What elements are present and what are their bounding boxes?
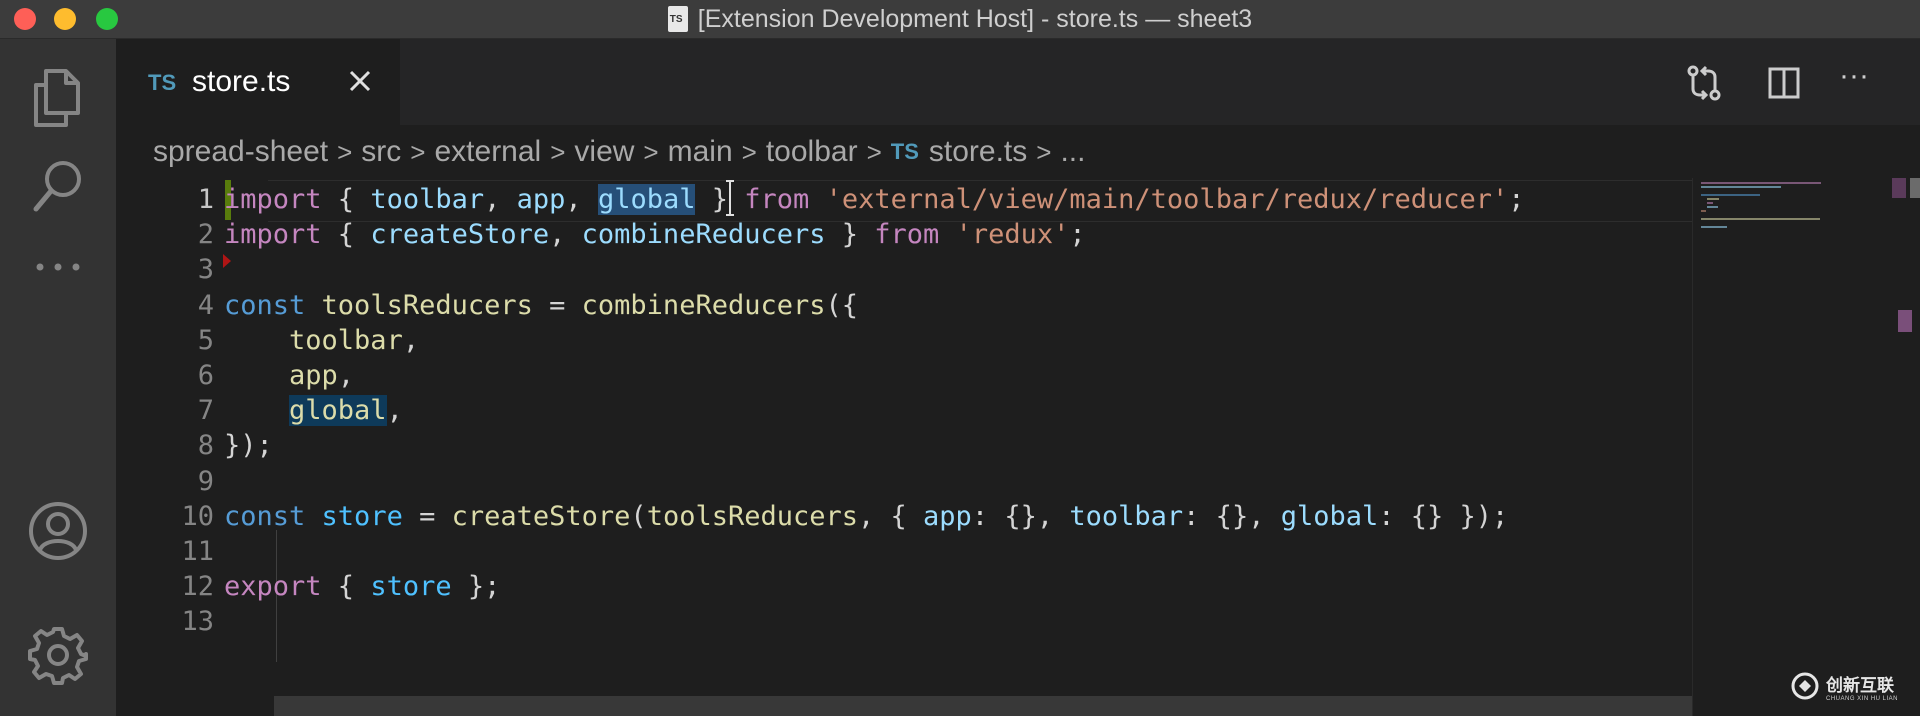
minimap-line	[1707, 202, 1713, 204]
scrollbar-marker	[1898, 310, 1912, 332]
line-number: 11	[181, 536, 214, 567]
file-icon-badge: TS	[669, 14, 683, 25]
minimap-line	[1701, 194, 1760, 196]
open-changes-icon[interactable]	[1684, 63, 1724, 103]
scrollbar-thumb[interactable]	[1910, 178, 1920, 198]
code-line[interactable]: export { store };	[224, 567, 500, 607]
line-number: 8	[197, 430, 214, 462]
scrollbar-marker	[1892, 178, 1906, 198]
error-marker-icon	[223, 254, 231, 268]
activity-more[interactable]	[0, 257, 116, 277]
tab-label: store.ts	[192, 65, 291, 98]
window-title: [Extension Development Host] - store.ts …	[697, 5, 1253, 33]
line-number: 1	[197, 184, 214, 215]
line-number: 4	[197, 289, 214, 321]
breadcrumb-item[interactable]: main	[668, 135, 733, 169]
line-number: 9	[197, 465, 214, 497]
minimap-line	[1701, 226, 1727, 228]
code-line[interactable]: import { createStore, combineReducers } …	[224, 215, 1086, 255]
watermark-subtext: CHUANG XIN HU LIAN	[1826, 695, 1899, 702]
watermark-text: 创新互联	[1826, 675, 1894, 695]
line-number: 10	[181, 500, 214, 532]
line-number: 2	[197, 219, 214, 251]
minimap-line	[1701, 182, 1821, 184]
breadcrumb-item[interactable]: spread-sheet	[153, 135, 328, 169]
minimap-line	[1707, 198, 1719, 200]
breadcrumb-separator: >	[643, 136, 659, 167]
minimap-line	[1707, 206, 1718, 208]
watermark-logo-icon	[1791, 672, 1819, 700]
gear-icon	[28, 627, 88, 685]
split-editor-icon[interactable]	[1764, 63, 1804, 103]
typescript-file-icon: TS	[148, 70, 177, 95]
code-line[interactable]: toolbar,	[224, 321, 419, 361]
ellipsis-icon	[36, 263, 80, 271]
breadcrumb-item[interactable]: toolbar	[766, 135, 858, 169]
watermark: 创新互联 CHUANG XIN HU LIAN	[1790, 666, 1898, 706]
breadcrumb-separator: >	[410, 136, 426, 167]
vertical-scrollbar[interactable]	[1882, 178, 1920, 716]
file-icon: TS	[667, 6, 688, 32]
activity-bar	[0, 39, 116, 716]
breadcrumb-item[interactable]: src	[361, 135, 401, 169]
window-title-wrap: TS [Extension Development Host] - store.t…	[0, 0, 1920, 38]
minimap-line	[1701, 218, 1820, 220]
line-number: 3	[197, 254, 214, 286]
breadcrumb-item[interactable]: view	[574, 135, 634, 169]
line-number: 6	[197, 360, 214, 391]
code-line[interactable]: global,	[224, 391, 403, 431]
typescript-file-icon: TS	[890, 139, 919, 164]
breadcrumb: spread-sheet > src > external > view > m…	[153, 133, 1085, 171]
activity-settings[interactable]	[0, 625, 116, 685]
minimap[interactable]	[1692, 178, 1883, 716]
tab-bar: TS store.ts ···	[116, 39, 1920, 125]
account-icon	[29, 502, 87, 560]
code-line[interactable]: app,	[224, 356, 354, 396]
more-actions-button[interactable]: ···	[1839, 59, 1869, 93]
line-number: 12	[181, 571, 214, 603]
breadcrumb-separator: >	[866, 136, 882, 167]
activity-explorer[interactable]	[0, 67, 116, 129]
breadcrumb-separator: >	[1036, 136, 1052, 167]
files-icon	[34, 69, 80, 127]
text-cursor-icon	[726, 180, 734, 216]
breadcrumb-separator: >	[741, 136, 757, 167]
tab-store-ts[interactable]: TS store.ts	[116, 39, 400, 125]
code-line[interactable]: const toolsReducers = combineReducers({	[224, 286, 858, 326]
close-icon[interactable]	[346, 67, 374, 95]
activity-accounts[interactable]	[0, 501, 116, 561]
line-number: 13	[181, 606, 214, 638]
minimap-line	[1701, 186, 1781, 188]
activity-search[interactable]	[0, 157, 116, 219]
line-number: 5	[197, 324, 214, 356]
line-number: 7	[197, 395, 214, 427]
breadcrumb-item[interactable]: external	[434, 135, 541, 169]
code-line[interactable]: import { toolbar, app, global } from 'ex…	[224, 180, 1525, 220]
code-line[interactable]: const store = createStore(toolsReducers,…	[224, 497, 1508, 537]
breadcrumb-more[interactable]: ...	[1060, 135, 1085, 169]
code-editor[interactable]: 1 2 3 4 5 6 7 8 9 10 11 12 13 import { toolbar, app,…	[116, 178, 1692, 716]
breadcrumb-separator: >	[337, 136, 353, 167]
search-icon	[33, 161, 81, 212]
minimap-line	[1701, 210, 1706, 212]
breadcrumb-separator: >	[550, 136, 566, 167]
breadcrumb-file[interactable]: store.ts	[929, 135, 1027, 169]
horizontal-scrollbar[interactable]	[274, 696, 1692, 716]
title-bar: TS [Extension Development Host] - store.t…	[0, 0, 1920, 39]
code-line[interactable]: });	[224, 426, 273, 466]
